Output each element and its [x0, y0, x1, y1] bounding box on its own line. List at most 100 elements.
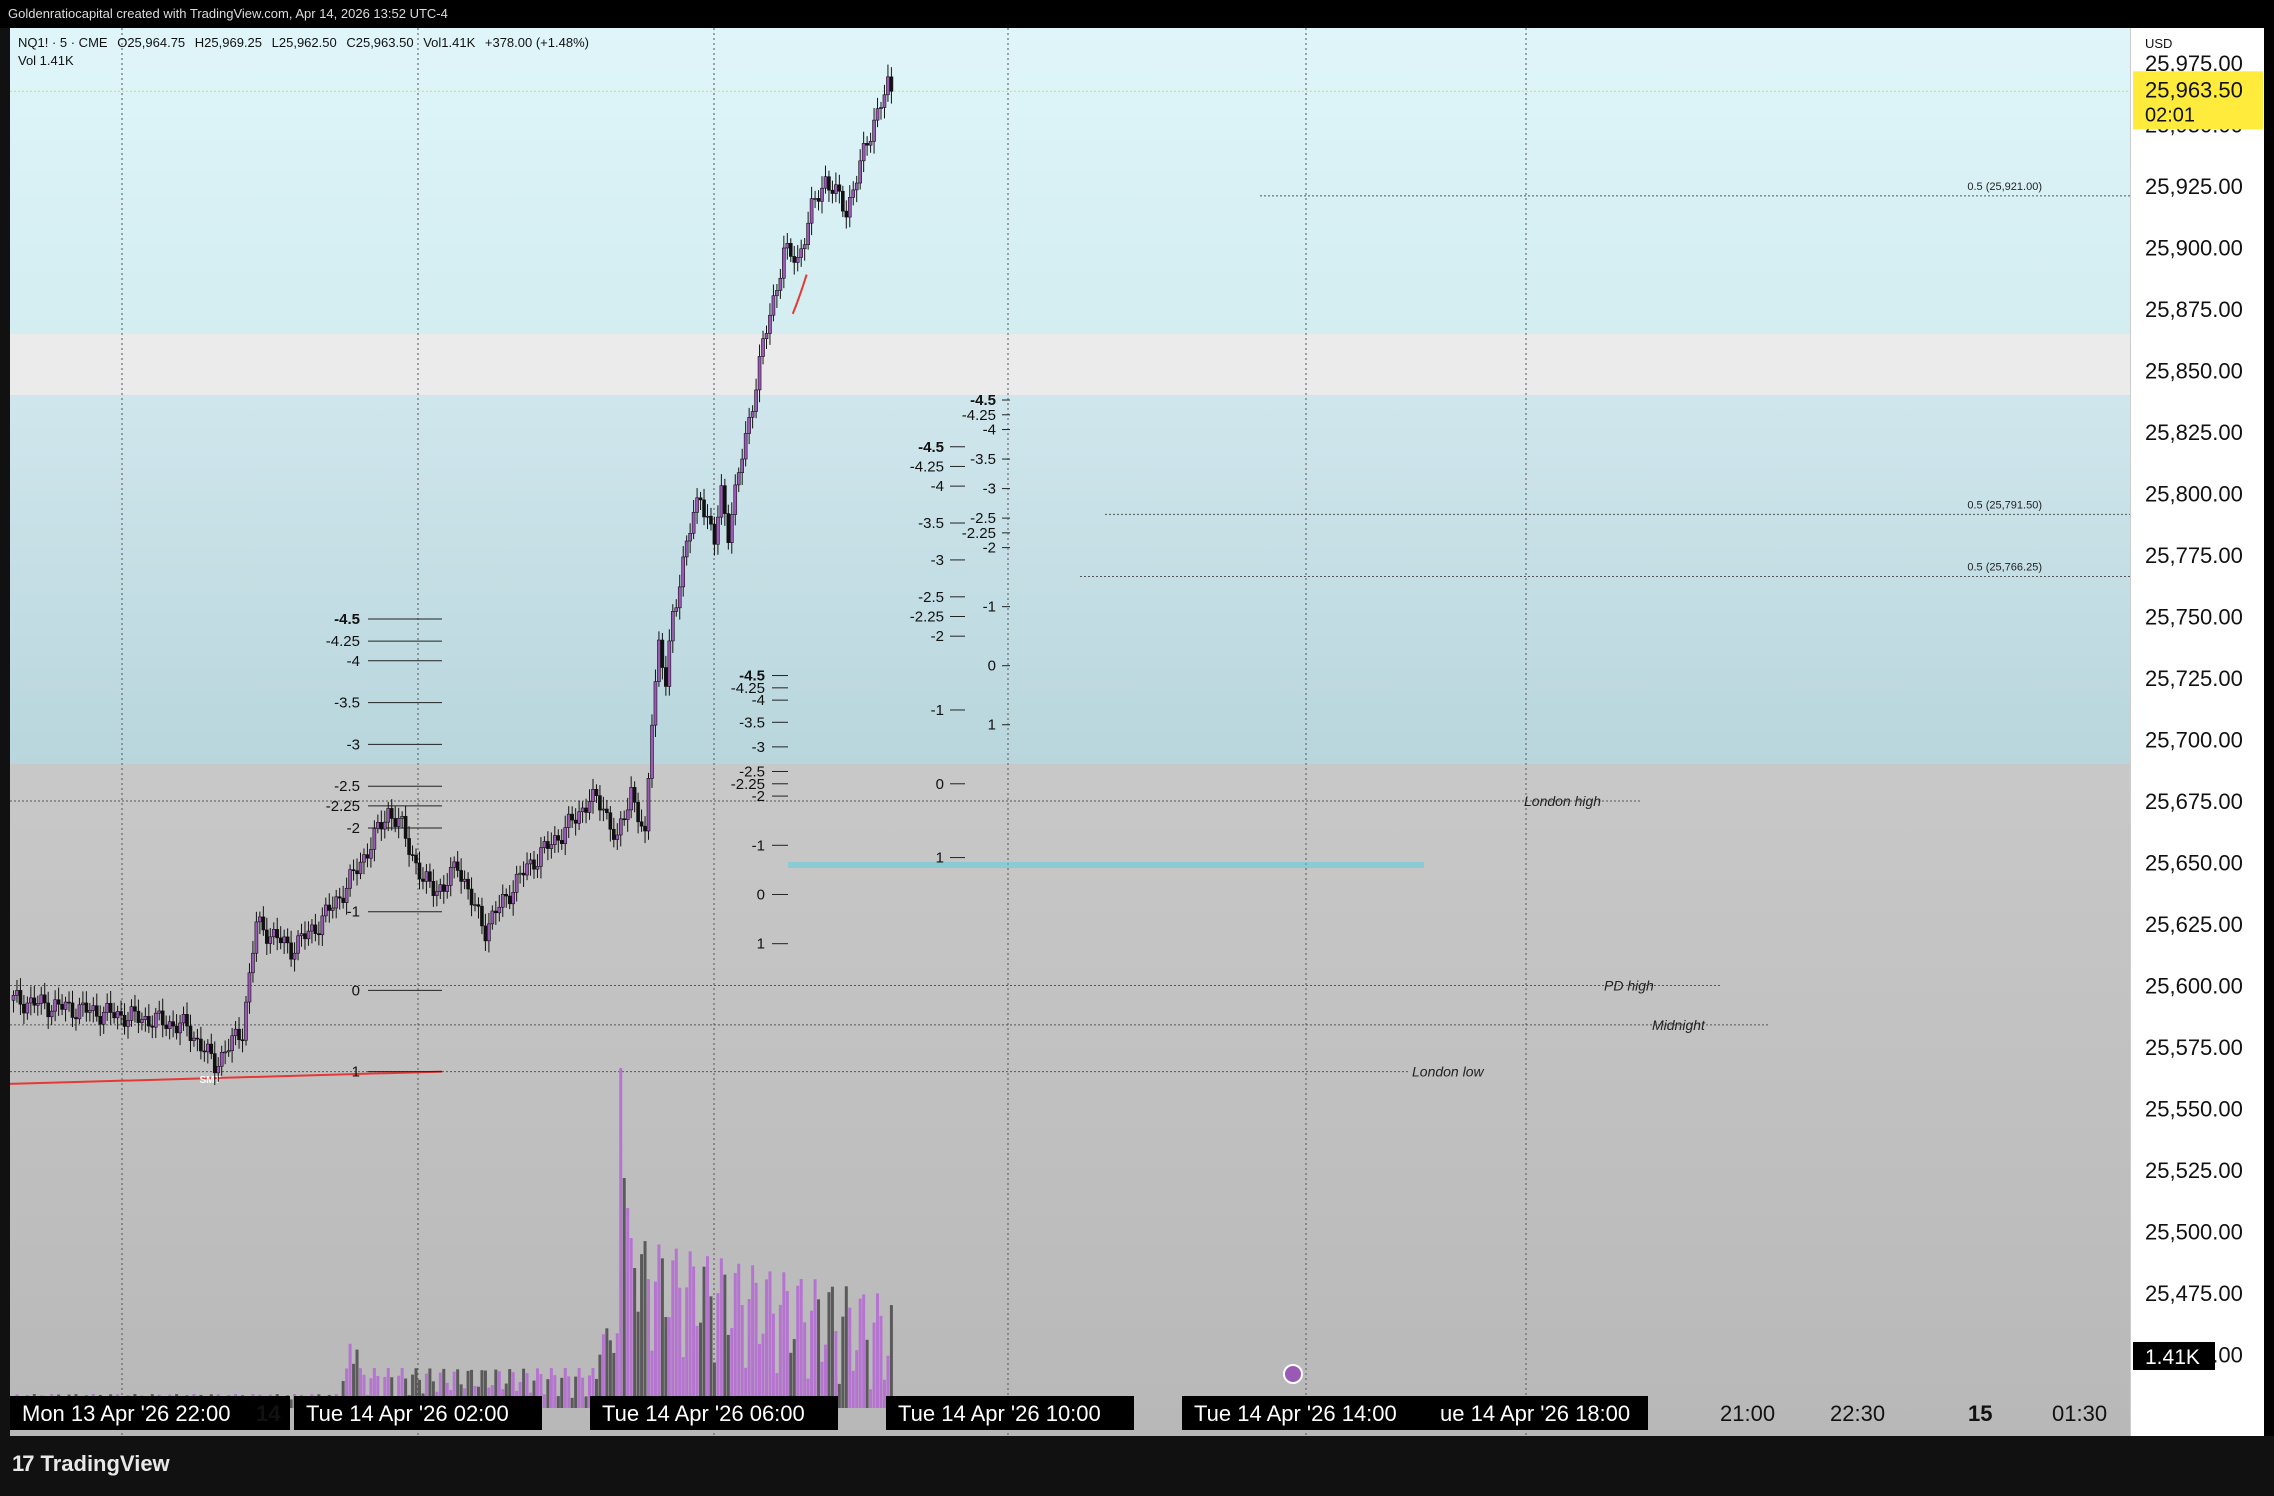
candle-bull	[743, 433, 748, 460]
volume-bar	[688, 1251, 692, 1408]
volume-bar	[702, 1266, 706, 1408]
candle-bear	[164, 1024, 168, 1029]
candle-bull	[757, 356, 762, 391]
candle-bull	[15, 990, 19, 996]
legend-vol: Vol1.41K	[423, 35, 476, 50]
volume-bar	[636, 1311, 640, 1408]
candle-bear	[365, 854, 370, 859]
candle-bear	[521, 872, 526, 876]
session-level-label: London low	[1412, 1064, 1485, 1080]
candle-bull	[271, 929, 276, 938]
tradingview-icon: 17	[12, 1451, 35, 1476]
volume-bar	[626, 1208, 630, 1408]
candle-bear	[32, 997, 37, 1006]
session-level-label: London high	[1524, 793, 1601, 809]
candle-bear	[122, 1014, 127, 1027]
candle-bear	[108, 1002, 113, 1013]
candle-bear	[827, 176, 831, 191]
candle-bull	[566, 813, 571, 828]
candle-bear	[403, 816, 408, 839]
volume-bar	[643, 1241, 647, 1408]
candle-bull	[35, 1003, 40, 1006]
candle-bull	[63, 1001, 68, 1010]
candle-bull	[771, 295, 776, 316]
sd-level-label: -3	[983, 481, 996, 498]
time-label: Tue 14 Apr '26 14:00	[1194, 1401, 1397, 1426]
candle-bear	[98, 1016, 103, 1025]
sd-level-label: 0	[988, 658, 996, 675]
premium-zone-lower	[10, 395, 2130, 765]
candle-bear	[289, 942, 293, 960]
candle-bear	[195, 1037, 200, 1040]
candle-bear	[379, 822, 384, 830]
fib-midpoint-label: 0.5 (25,791.50)	[1967, 499, 2042, 511]
candle-bull	[879, 107, 883, 109]
volume-bar	[796, 1285, 800, 1408]
volume-bar	[764, 1279, 768, 1408]
legend-symbol[interactable]: NQ1! · 5 · CME	[18, 35, 108, 50]
volume-bar	[751, 1265, 755, 1408]
legend-close: C25,963.50	[346, 35, 414, 50]
sd-level-label: -2.25	[910, 609, 944, 626]
candle-bear	[285, 936, 290, 944]
sd-level-label: -3	[347, 736, 360, 753]
candle-bear	[605, 808, 609, 814]
candle-bull	[462, 878, 467, 882]
candle-bull	[528, 859, 533, 865]
candle-bull	[101, 1011, 106, 1025]
candle-bear	[421, 878, 425, 882]
candle-bear	[792, 256, 797, 263]
sd-level-label: -4	[347, 653, 360, 670]
price-axis[interactable]: USD25,975.0025,950.0025,925.0025,900.002…	[2130, 28, 2264, 1436]
volume-bar	[674, 1248, 678, 1408]
candle-bear	[712, 523, 717, 545]
footer-bar: Mon 13 Apr '26 22:00 14 Tue 14 Apr '26 02:…	[0, 1396, 2274, 1496]
candle-bull	[802, 244, 807, 250]
candle-bear	[466, 878, 470, 890]
candle-bull	[563, 827, 568, 844]
time-label: 22:30	[1830, 1401, 1885, 1426]
candle-bull	[733, 484, 738, 515]
candle-bear	[22, 1003, 26, 1014]
sd-level-label: -1	[931, 702, 944, 719]
candlestick-chart[interactable]: London high PD high Midnight London low 0.5 …	[10, 28, 2130, 1436]
price-tick-label: 25,625.00	[2145, 912, 2243, 937]
price-tick-label: 25,825.00	[2145, 420, 2243, 445]
candle-bear	[240, 1039, 245, 1042]
candle-bear	[303, 933, 307, 940]
volume-bar	[754, 1282, 758, 1408]
sd-level-label: 1	[757, 936, 765, 953]
candle-bear	[837, 184, 842, 192]
candle-bull	[320, 915, 325, 936]
candle-bear	[570, 813, 574, 821]
candle-bear	[841, 190, 845, 212]
candle-bull	[809, 198, 814, 224]
candle-bull	[39, 994, 44, 1004]
candle-bear	[428, 871, 432, 882]
volume-bar	[653, 1281, 657, 1408]
volume-bar	[709, 1296, 713, 1408]
sd-level-label: 0	[757, 886, 765, 903]
legend-volume-line[interactable]: Vol 1.41K	[18, 52, 595, 70]
candle-bull	[143, 1016, 148, 1020]
time-axis[interactable]: Mon 13 Apr '26 22:00 14 Tue 14 Apr '26 02:…	[0, 1396, 2274, 1456]
volume-bar	[782, 1272, 786, 1408]
volume-bar	[778, 1304, 782, 1408]
candle-bear	[410, 854, 415, 856]
chart-area[interactable]: London high PD high Midnight London low 0.5 …	[10, 28, 2130, 1436]
tradingview-logo[interactable]: 17 TradingView	[12, 1451, 170, 1477]
candle-bull	[226, 1050, 231, 1053]
candle-bull	[813, 198, 817, 200]
candle-bull	[490, 910, 495, 925]
volume-bar	[889, 1305, 893, 1408]
candle-bear	[18, 990, 23, 1005]
candle-bear	[639, 821, 644, 827]
sd-level-label: 0	[936, 776, 944, 793]
volume-bar	[844, 1286, 848, 1408]
candle-bull	[386, 808, 391, 823]
candle-bear	[84, 1002, 89, 1013]
candle-bull	[875, 108, 880, 121]
volume-bar	[879, 1315, 883, 1408]
candle-bear	[199, 1038, 203, 1052]
sd-level-label: -2.25	[326, 798, 360, 815]
